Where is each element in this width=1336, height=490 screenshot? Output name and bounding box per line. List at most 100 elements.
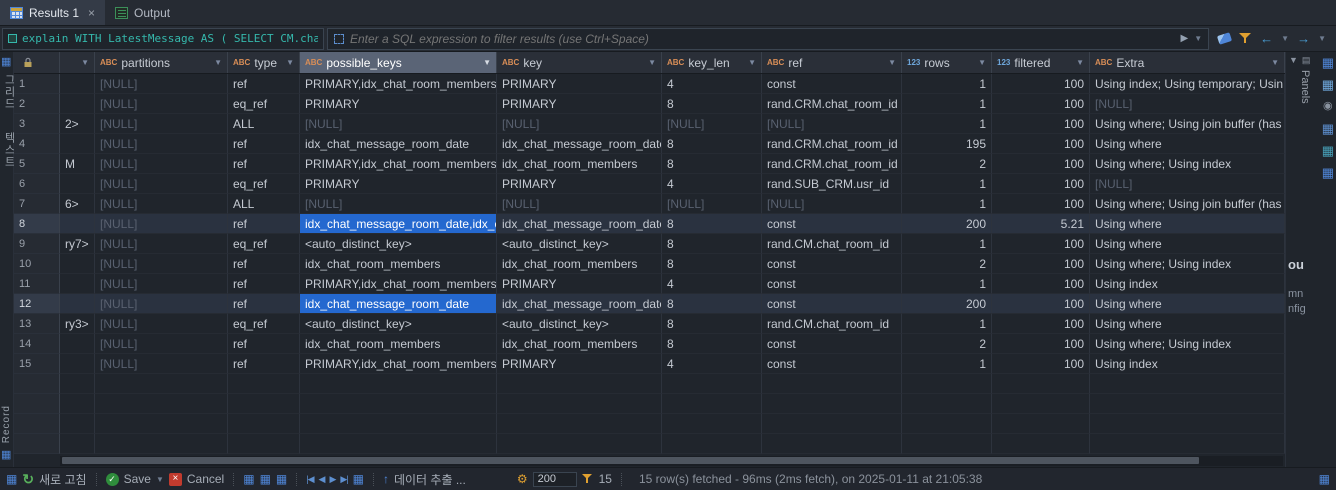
cell[interactable]: [NULL] (1090, 174, 1285, 194)
refresh-icon[interactable]: ↻ (22, 472, 34, 486)
cell[interactable]: ref (228, 294, 300, 314)
cell[interactable] (60, 94, 95, 114)
cell[interactable]: [NULL] (95, 174, 228, 194)
cell[interactable]: 8 (662, 94, 762, 114)
tab-results[interactable]: Results 1 × (0, 0, 106, 25)
cell[interactable]: ref (228, 334, 300, 354)
cell[interactable]: 100 (992, 274, 1090, 294)
cell[interactable]: 1 (902, 74, 992, 94)
cell[interactable]: 8 (662, 314, 762, 334)
cell[interactable]: 1 (902, 94, 992, 114)
cell[interactable]: 8 (662, 134, 762, 154)
cell[interactable]: Using index (1090, 274, 1285, 294)
add-row-icon[interactable]: ▦ (243, 472, 254, 486)
row-number[interactable]: 15 (14, 354, 60, 374)
row-number[interactable]: 10 (14, 254, 60, 274)
row-number[interactable]: 7 (14, 194, 60, 214)
goto-row-icon[interactable]: ▦ (353, 472, 364, 486)
column-header-filtered[interactable]: 123 filtered ▼ (992, 52, 1090, 73)
cell[interactable]: Using index (1090, 354, 1285, 374)
column-filter-icon[interactable]: ▼ (648, 58, 656, 67)
cell[interactable]: [NULL] (662, 194, 762, 214)
cell[interactable]: const (762, 334, 902, 354)
cell[interactable]: Using where; Using index (1090, 154, 1285, 174)
cell[interactable]: rand.CRM.chat_room_id (762, 134, 902, 154)
cell[interactable]: [NULL] (95, 274, 228, 294)
cell[interactable]: 2 (902, 154, 992, 174)
cell[interactable]: const (762, 354, 902, 374)
cell[interactable]: PRIMARY,idx_chat_room_members (300, 274, 497, 294)
record-view-icon[interactable]: ▦ (1, 450, 11, 461)
forward-dropdown-icon[interactable]: ▼ (1318, 34, 1326, 43)
fetch-size-input[interactable] (532, 471, 577, 487)
row-number[interactable]: 5 (14, 154, 60, 174)
cell[interactable]: Using where; Using join buffer (has (1090, 114, 1285, 134)
cell[interactable]: idx_chat_message_room_date (300, 134, 497, 154)
column-header-Extra[interactable]: ABC Extra ▼ (1090, 52, 1285, 73)
cell[interactable]: PRIMARY (497, 174, 662, 194)
cell[interactable]: 1 (902, 234, 992, 254)
filter-input[interactable] (350, 31, 1175, 46)
cell[interactable]: 8 (662, 234, 762, 254)
cell[interactable]: 100 (992, 174, 1090, 194)
column-header-key[interactable]: ABC key ▼ (497, 52, 662, 73)
cell[interactable]: 100 (992, 354, 1090, 374)
cell[interactable]: 100 (992, 314, 1090, 334)
column-header-type[interactable]: ABC type ▼ (228, 52, 300, 73)
grid-view-icon[interactable]: ▦ (1, 57, 11, 68)
cell[interactable]: ref (228, 154, 300, 174)
column-filter-icon[interactable]: ▼ (81, 58, 89, 67)
cell[interactable]: rand.CM.chat_room_id (762, 234, 902, 254)
cell[interactable] (60, 274, 95, 294)
cell[interactable]: 8 (662, 214, 762, 234)
tab-output[interactable]: Output (105, 0, 180, 25)
cell[interactable]: 1 (902, 174, 992, 194)
cell[interactable]: [NULL] (95, 314, 228, 334)
cell[interactable]: ALL (228, 114, 300, 134)
cell[interactable]: ry3> (60, 314, 95, 334)
cell[interactable]: PRIMARY,idx_chat_room_members (300, 74, 497, 94)
cell[interactable]: [NULL] (95, 194, 228, 214)
copy-row-icon[interactable]: ▦ (260, 472, 271, 486)
row-number[interactable]: 14 (14, 334, 60, 354)
cell[interactable]: 4 (662, 274, 762, 294)
row-header-corner[interactable] (14, 52, 60, 73)
cell[interactable]: Using where (1090, 314, 1285, 334)
cell[interactable]: [NULL] (95, 354, 228, 374)
cell[interactable]: PRIMARY (300, 174, 497, 194)
column-filter-icon[interactable]: ▼ (286, 58, 294, 67)
cell[interactable]: 100 (992, 94, 1090, 114)
cell[interactable]: PRIMARY,idx_chat_room_members (300, 154, 497, 174)
value-viewer-panel-icon[interactable]: ◉ (1323, 100, 1333, 113)
row-number[interactable]: 2 (14, 94, 60, 114)
cell[interactable]: idx_chat_room_members (300, 254, 497, 274)
history-forward-icon[interactable]: → (1297, 31, 1310, 46)
cell[interactable]: [NULL] (1090, 94, 1285, 114)
row-number[interactable]: 8 (14, 214, 60, 234)
cell[interactable]: [NULL] (300, 194, 497, 214)
history-back-icon[interactable]: ← (1260, 31, 1273, 46)
cell[interactable] (60, 214, 95, 234)
back-dropdown-icon[interactable]: ▼ (1281, 34, 1289, 43)
cell[interactable]: 1 (902, 194, 992, 214)
cell[interactable] (60, 254, 95, 274)
cell[interactable]: const (762, 214, 902, 234)
cell[interactable] (60, 354, 95, 374)
cell[interactable]: <auto_distinct_key> (300, 234, 497, 254)
cell[interactable]: <auto_distinct_key> (300, 314, 497, 334)
apply-filter-icon[interactable]: ▶ (1181, 33, 1189, 44)
cell[interactable]: 100 (992, 194, 1090, 214)
cell[interactable]: [NULL] (95, 294, 228, 314)
column-header-possible_keys[interactable]: ABC possible_keys ▼ (300, 52, 497, 73)
cell[interactable] (60, 134, 95, 154)
column-header-ref[interactable]: ABC ref ▼ (762, 52, 902, 73)
cell[interactable]: 100 (992, 154, 1090, 174)
cell[interactable]: [NULL] (95, 254, 228, 274)
filter-icon[interactable] (1239, 33, 1252, 44)
cell[interactable]: 100 (992, 114, 1090, 134)
column-filter-icon[interactable]: ▼ (978, 58, 986, 67)
cell[interactable]: 200 (902, 294, 992, 314)
cell[interactable]: idx_chat_room_members (300, 334, 497, 354)
cell[interactable]: idx_chat_message_room_date (497, 294, 662, 314)
cell[interactable]: [NULL] (95, 74, 228, 94)
